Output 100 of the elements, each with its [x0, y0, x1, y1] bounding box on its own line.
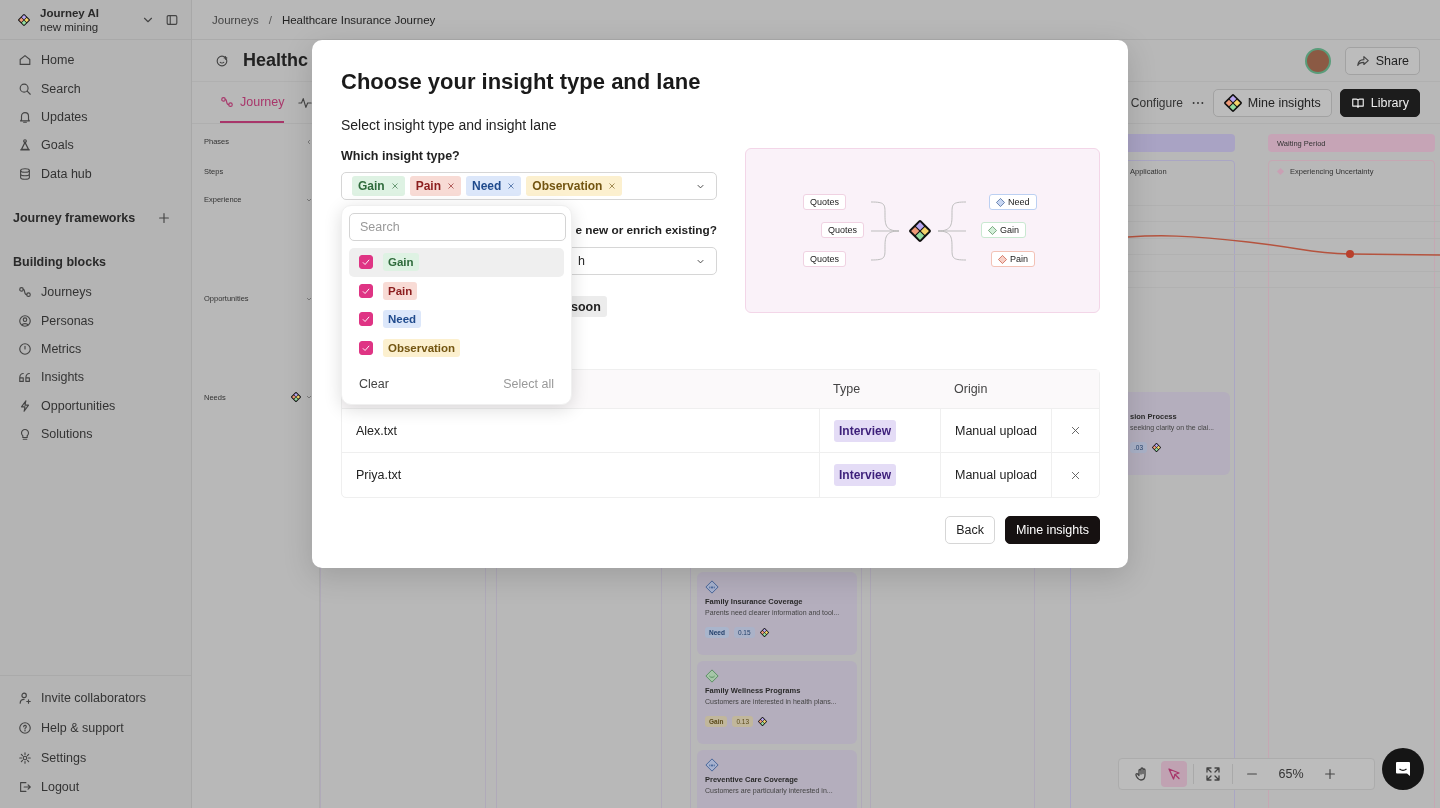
type-chip[interactable]: Pain — [409, 176, 461, 196]
share-icon — [1355, 53, 1370, 68]
help-icon — [18, 721, 32, 735]
add-icon[interactable] — [157, 210, 171, 225]
checkbox[interactable] — [359, 283, 373, 298]
nav-item[interactable]: Goals — [0, 131, 191, 160]
type-tag: Gain — [383, 253, 419, 272]
page-title: Healthc — [243, 50, 309, 71]
quote-diamond-icon — [705, 580, 719, 594]
nav-item[interactable]: Metrics — [0, 334, 191, 364]
settings-icon — [18, 750, 32, 765]
zoom-level: 65% — [1277, 767, 1305, 781]
nav-item[interactable]: Home — [0, 46, 191, 75]
mine-insights-button[interactable]: Mine insights — [1005, 516, 1100, 544]
close-icon[interactable] — [1070, 425, 1081, 436]
nav-item[interactable]: Opportunities — [0, 391, 191, 420]
logout-icon — [18, 780, 32, 795]
dropdown-option[interactable]: Gain — [349, 248, 564, 277]
nav-item[interactable]: Settings — [0, 742, 191, 773]
quote-node: Quotes — [803, 251, 847, 267]
remove-icon[interactable] — [608, 182, 617, 190]
home-icon — [18, 53, 32, 68]
type-tag: Interview — [834, 464, 897, 486]
nav-item[interactable]: Data hub — [0, 159, 191, 188]
workspace-logo-icon — [18, 13, 30, 26]
type-tag: Observation — [383, 338, 461, 357]
dialog-title: Choose your insight type and lane — [341, 68, 702, 96]
chat-button[interactable] — [1382, 748, 1424, 790]
person-icon — [18, 313, 32, 328]
checkbox[interactable] — [359, 340, 373, 355]
smile-diamond-icon — [705, 669, 719, 683]
nav-item[interactable]: Solutions — [0, 419, 191, 449]
quote-node: Quotes — [803, 194, 847, 210]
breadcrumb-link[interactable]: Healthcare Insurance Journey — [281, 13, 436, 26]
chevron-down-icon[interactable] — [305, 393, 313, 401]
configure-link[interactable]: Configure — [1130, 95, 1183, 110]
book-icon — [1350, 95, 1365, 110]
mine-insights-button[interactable]: Mine insights — [1212, 88, 1332, 117]
column-header: Origin — [940, 370, 1051, 409]
nav-item[interactable]: Logout — [0, 772, 191, 802]
route-icon — [220, 94, 234, 109]
nav-item[interactable]: Insights — [0, 363, 191, 392]
nav-item[interactable]: Invite collaborators — [0, 683, 191, 714]
chevron-left-icon[interactable] — [305, 137, 313, 146]
type-chip[interactable]: Observation — [526, 176, 623, 196]
checkbox[interactable] — [359, 255, 373, 270]
zoom-in-icon[interactable] — [1323, 767, 1337, 781]
clear-button[interactable]: Clear — [359, 377, 389, 391]
gauge-icon — [18, 341, 32, 356]
nav-item[interactable]: Journeys — [0, 277, 191, 307]
nav-item[interactable]: Search — [0, 74, 191, 103]
search-field[interactable]: Search — [349, 213, 566, 241]
diamond-icon — [998, 254, 1007, 264]
tool-button[interactable] — [1161, 761, 1187, 787]
remove-icon[interactable] — [507, 182, 516, 190]
nav-item[interactable]: Personas — [0, 306, 191, 335]
nav-item[interactable]: Help & support — [0, 713, 191, 743]
field-label: e new or enrich existing? — [575, 222, 717, 238]
logo-icon — [759, 628, 769, 637]
add-person-icon — [18, 691, 32, 706]
remove-icon[interactable] — [447, 182, 455, 190]
type-chip[interactable]: Gain — [352, 176, 405, 196]
column-header: Type — [819, 370, 940, 409]
check-icon — [361, 314, 371, 325]
search-icon — [18, 81, 32, 96]
pulse-icon[interactable] — [298, 95, 313, 110]
lightbulb-icon — [18, 427, 32, 442]
section-title: Building blocks — [13, 254, 107, 269]
file-name: Priya.txt — [355, 467, 403, 484]
dropdown-option[interactable]: Need — [349, 305, 564, 334]
share-button[interactable]: Share — [1344, 46, 1420, 75]
breadcrumb-link[interactable]: Journeys — [212, 13, 259, 26]
nav-item[interactable]: Updates — [0, 102, 191, 132]
type-chip[interactable]: Need — [466, 176, 522, 196]
checkbox[interactable] — [359, 312, 373, 327]
field-label: Which insight type? — [341, 148, 461, 164]
file-name: Alex.txt — [342, 409, 819, 453]
remove-icon[interactable] — [390, 182, 399, 190]
back-button[interactable]: Back — [945, 516, 996, 544]
type-tag: Interview — [834, 419, 897, 442]
section-title: Journey frameworks — [13, 210, 136, 225]
chat-icon — [1393, 759, 1413, 779]
lightning-icon — [18, 398, 32, 413]
database-icon — [18, 166, 32, 181]
insight-node: Need — [989, 194, 1037, 210]
dropdown-option[interactable]: Observation — [349, 333, 564, 362]
library-button[interactable]: Library — [1339, 88, 1420, 117]
expand-icon — [1205, 766, 1221, 782]
avatar[interactable] — [1304, 47, 1331, 74]
cursor-icon — [1166, 766, 1182, 782]
diamond-icon — [996, 197, 1005, 207]
insight-node: Gain — [981, 222, 1026, 238]
table-cell: Manual upload — [940, 453, 1051, 497]
workspace-name[interactable]: Journey AI — [40, 5, 99, 20]
close-icon[interactable] — [1070, 469, 1081, 481]
insight-type-select[interactable]: Gain Pain Need Observation — [341, 172, 717, 200]
diamond-icon — [988, 225, 997, 235]
dialog-subtitle: Select insight type and insight lane — [341, 116, 558, 134]
sidebar-toggle-icon[interactable] — [165, 12, 179, 27]
dropdown-option[interactable]: Pain — [349, 276, 564, 305]
